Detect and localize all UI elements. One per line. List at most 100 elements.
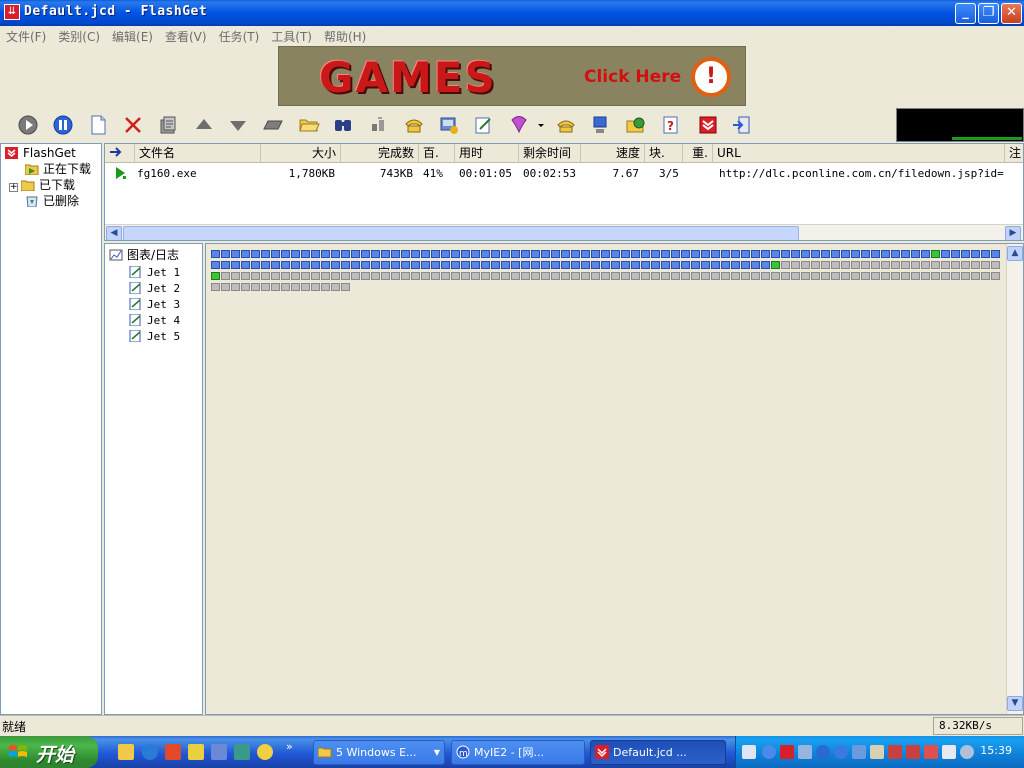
shield-tray-icon[interactable] [924, 745, 938, 759]
find-icon[interactable] [332, 114, 354, 136]
expand-toggle-icon[interactable]: + [9, 183, 18, 192]
myie2-tray-icon[interactable] [834, 745, 848, 759]
mail-icon[interactable] [165, 744, 181, 760]
thread-item-jet-1[interactable]: Jet 1 [129, 264, 180, 280]
tree-item-downloading[interactable]: 正在下载 [25, 161, 91, 177]
dropdown-arrow-icon[interactable] [536, 114, 546, 136]
scroll-right-arrow-icon[interactable]: ▶ [1005, 226, 1021, 240]
speaker-tray-icon[interactable] [960, 745, 974, 759]
column-filename[interactable]: 文件名 [135, 144, 261, 163]
flashget-icon[interactable] [697, 114, 719, 136]
menu-view[interactable]: 查看(V) [159, 26, 213, 47]
network-error-tray-icon[interactable] [906, 745, 920, 759]
column-status[interactable] [105, 144, 135, 163]
network-icon[interactable] [211, 744, 227, 760]
open-folder-icon[interactable] [298, 114, 320, 136]
tree-item-deleted[interactable]: 已删除 [25, 193, 79, 209]
column-done[interactable]: 完成数 [341, 144, 419, 163]
downloading-folder-icon [25, 164, 39, 175]
ie-icon[interactable] [142, 744, 158, 760]
scroll-left-arrow-icon[interactable]: ◀ [106, 226, 122, 240]
block-done [241, 261, 250, 269]
column-remaining[interactable]: 剩余时间 [519, 144, 581, 163]
flashget-tray-icon[interactable] [780, 745, 794, 759]
block-todo [221, 272, 230, 280]
column-percent[interactable]: 百. [419, 144, 455, 163]
hangup-icon[interactable] [438, 114, 460, 136]
pause-icon[interactable] [52, 114, 74, 136]
media-player-icon[interactable] [257, 744, 273, 760]
monitor-tray-icon[interactable] [942, 745, 956, 759]
column-comment[interactable]: 注 [1005, 144, 1023, 163]
menu-file[interactable]: 文件(F) [0, 26, 52, 47]
monitor-icon[interactable] [590, 114, 612, 136]
taskbar-button-myie2[interactable]: m MyIE2 - [网... [451, 740, 585, 765]
block-todo [981, 272, 990, 280]
column-speed[interactable]: 速度 [581, 144, 645, 163]
taskbar-button-explorer[interactable]: 5 Windows E... ▼ [313, 740, 445, 765]
find-next-icon[interactable] [368, 114, 390, 136]
tree-item-downloaded[interactable]: + 已下载 [9, 177, 75, 193]
start-button[interactable]: 开始 [0, 736, 98, 768]
thread-item-jet-5[interactable]: Jet 5 [129, 328, 180, 344]
restore-button[interactable]: ❐ [978, 3, 999, 24]
coffee-tray-icon[interactable] [870, 745, 884, 759]
quicklaunch-overflow-icon[interactable]: » [286, 740, 293, 753]
block-done [881, 250, 890, 258]
title-bar[interactable]: ⇊ Default.jcd - FlashGet _ ❐ ✕ [0, 0, 1024, 26]
column-retry[interactable]: 重. [683, 144, 713, 163]
column-size[interactable]: 大小 [261, 144, 341, 163]
thread-item-jet-2[interactable]: Jet 2 [129, 280, 180, 296]
close-button[interactable]: ✕ [1001, 3, 1022, 24]
scroll-up-arrow-icon[interactable]: ▲ [1007, 246, 1023, 261]
menu-edit[interactable]: 编辑(E) [106, 26, 159, 47]
vertical-scrollbar[interactable]: ▲ ▼ [1006, 244, 1023, 714]
options-icon[interactable] [473, 114, 495, 136]
properties-icon[interactable] [157, 114, 179, 136]
menu-category[interactable]: 类别(C) [52, 26, 106, 47]
help-icon[interactable]: ? [660, 114, 682, 136]
flashget-app-icon[interactable]: ⇊ [4, 4, 20, 20]
dial-icon[interactable] [403, 114, 425, 136]
menu-help[interactable]: 帮助(H) [318, 26, 372, 47]
block-done [601, 261, 610, 269]
column-url[interactable]: URL [713, 144, 1005, 163]
block-done [711, 261, 720, 269]
keyboard-icon[interactable] [742, 745, 756, 759]
new-icon[interactable] [87, 114, 109, 136]
thread-item-jet-4[interactable]: Jet 4 [129, 312, 180, 328]
category-icon[interactable] [262, 114, 284, 136]
web-icon[interactable] [625, 114, 647, 136]
messenger-icon[interactable] [188, 744, 204, 760]
menu-tools[interactable]: 工具(T) [265, 26, 318, 47]
connect-icon[interactable] [555, 114, 577, 136]
column-elapsed[interactable]: 用时 [455, 144, 519, 163]
disconnected-tray-icon[interactable] [888, 745, 902, 759]
taskbar-button-flashget[interactable]: Default.jcd ... [590, 740, 726, 765]
site-explorer-icon[interactable] [508, 114, 530, 136]
thread-item-jet-3[interactable]: Jet 3 [129, 296, 180, 312]
network-tray-icon[interactable] [816, 745, 830, 759]
column-blocks[interactable]: 块. [645, 144, 683, 163]
cursor-tray-icon[interactable] [798, 745, 812, 759]
tree-item-label: 正在下载 [43, 162, 92, 176]
lan-tray-icon[interactable] [852, 745, 866, 759]
exit-icon[interactable] [731, 114, 753, 136]
scrollbar-thumb[interactable] [123, 226, 799, 240]
block-done [761, 250, 770, 258]
horizontal-scrollbar[interactable]: ◀ ▶ [105, 224, 1023, 240]
delete-icon[interactable] [122, 114, 144, 136]
picture-icon[interactable] [234, 744, 250, 760]
move-down-icon[interactable] [227, 114, 249, 136]
tree-root-graph-log[interactable]: 图表/日志 [109, 247, 179, 263]
tree-root-flashget[interactable]: FlashGet [5, 145, 76, 161]
scroll-down-arrow-icon[interactable]: ▼ [1007, 696, 1023, 711]
explorer-icon[interactable] [118, 744, 134, 760]
ad-banner[interactable]: GAMES Click Here ! [278, 46, 746, 106]
start-icon[interactable] [17, 114, 39, 136]
move-up-icon[interactable] [193, 114, 215, 136]
clock[interactable]: 15:39 [980, 744, 1012, 757]
tray-collapse-icon[interactable] [762, 745, 776, 759]
minimize-button[interactable]: _ [955, 3, 976, 24]
menu-task[interactable]: 任务(T) [213, 26, 266, 47]
